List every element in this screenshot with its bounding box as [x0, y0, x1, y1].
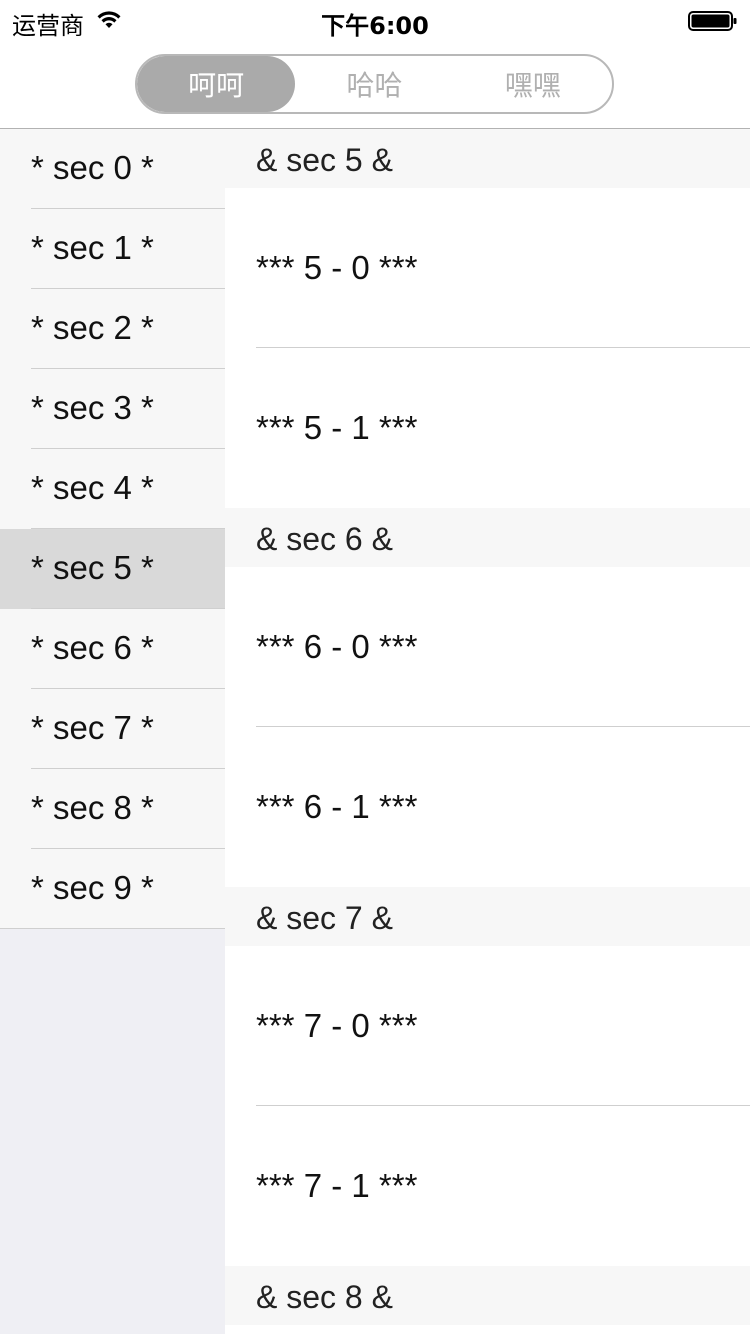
- battery-icon: [688, 11, 737, 31]
- sidebar-item-sec-9[interactable]: * sec 9 *: [0, 849, 225, 929]
- segmented-control: 呵呵 哈哈 嘿嘿: [135, 54, 614, 114]
- sidebar-item-sec-7[interactable]: * sec 7 *: [0, 689, 225, 769]
- sidebar-item-sec-4[interactable]: * sec 4 *: [0, 449, 225, 529]
- sidebar-item-sec-8[interactable]: * sec 8 *: [0, 769, 225, 849]
- sidebar-item-sec-2[interactable]: * sec 2 *: [0, 289, 225, 369]
- status-bar: 运营商 下午6:00: [0, 0, 750, 40]
- status-time: 下午6:00: [321, 12, 429, 40]
- table-row[interactable]: *** 7 - 1 ***: [225, 1106, 750, 1266]
- table-row[interactable]: *** 5 - 0 ***: [225, 188, 750, 348]
- segment-haha[interactable]: 哈哈: [295, 56, 453, 112]
- segment-heihei[interactable]: 嘿嘿: [454, 56, 612, 112]
- navigation-bar: 呵呵 哈哈 嘿嘿: [0, 40, 750, 129]
- content-table[interactable]: & sec 5 & *** 5 - 0 *** *** 5 - 1 *** & …: [225, 129, 750, 1334]
- table-row[interactable]: *** 7 - 0 ***: [225, 946, 750, 1106]
- table-row[interactable]: *** 5 - 1 ***: [225, 348, 750, 508]
- section-sidebar: * sec 0 * * sec 1 * * sec 2 * * sec 3 * …: [0, 129, 225, 1334]
- table-row[interactable]: *** 6 - 1 ***: [225, 727, 750, 887]
- section-header-sec-7: & sec 7 &: [225, 887, 750, 946]
- sidebar-item-sec-5[interactable]: * sec 5 *: [0, 529, 225, 609]
- sidebar-item-sec-0[interactable]: * sec 0 *: [0, 129, 225, 209]
- section-header-sec-8: & sec 8 &: [225, 1266, 750, 1325]
- section-header-sec-5: & sec 5 &: [225, 129, 750, 188]
- sidebar-item-sec-1[interactable]: * sec 1 *: [0, 209, 225, 289]
- sidebar-item-sec-6[interactable]: * sec 6 *: [0, 609, 225, 689]
- sidebar-item-sec-3[interactable]: * sec 3 *: [0, 369, 225, 449]
- section-header-sec-6: & sec 6 &: [225, 508, 750, 567]
- table-row[interactable]: *** 6 - 0 ***: [225, 567, 750, 727]
- sidebar-list: * sec 0 * * sec 1 * * sec 2 * * sec 3 * …: [0, 129, 225, 929]
- segment-hehe[interactable]: 呵呵: [137, 56, 296, 112]
